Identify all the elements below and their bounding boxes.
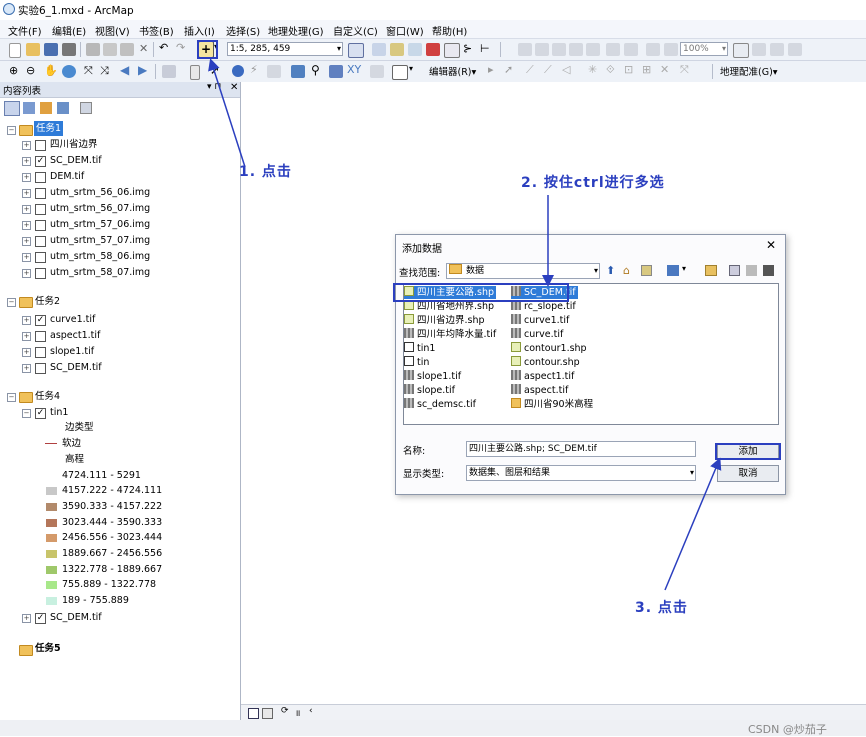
annotation-arrows bbox=[208, 58, 722, 591]
arrow-step1 bbox=[208, 58, 246, 168]
annotation-step2: 2. 按住ctrl进行多选 bbox=[521, 175, 665, 191]
arrow-step3 bbox=[664, 457, 722, 591]
annotation-step1: 1. 点击 bbox=[239, 164, 292, 180]
annotation-step3: 3. 点击 bbox=[635, 600, 688, 616]
